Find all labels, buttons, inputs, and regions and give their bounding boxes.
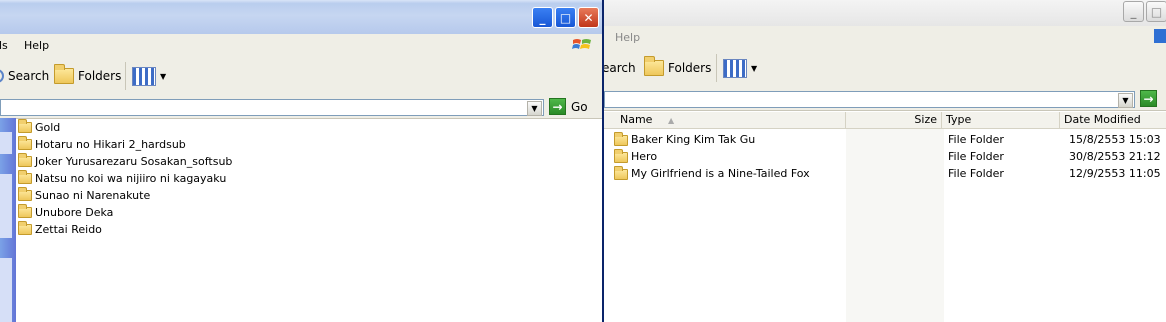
- menu-help[interactable]: Help: [24, 39, 49, 52]
- column-type[interactable]: Type: [942, 112, 1060, 128]
- close-button[interactable]: ✕: [578, 7, 599, 28]
- folder-icon: [18, 136, 32, 150]
- search-label: earch: [602, 61, 636, 75]
- folder-icon: [18, 119, 32, 133]
- folder-list: Gold Hotaru no Hikari 2_hardsub Joker Yu…: [18, 119, 232, 238]
- address-dropdown-button[interactable]: ▼: [527, 101, 542, 116]
- folders-button[interactable]: Folders: [54, 64, 122, 87]
- toolbar-separator: [716, 54, 717, 82]
- sort-ascending-icon: ▲: [667, 116, 675, 125]
- task-pane-section: [0, 132, 12, 154]
- go-label: Go: [571, 99, 588, 114]
- folder-icon: [18, 153, 32, 167]
- views-icon: [723, 58, 747, 78]
- chevron-down-icon: ▼: [751, 63, 758, 73]
- maximize-button[interactable]: □: [555, 7, 576, 28]
- toolbar-left: Search Folders ▼: [0, 56, 602, 97]
- views-icon: [132, 66, 156, 86]
- folder-icon: [18, 221, 32, 235]
- folders-icon: [54, 64, 74, 84]
- title-bar-right[interactable]: _ □: [604, 0, 1166, 27]
- windows-logo-icon: [1154, 29, 1166, 43]
- folder-icon: [18, 170, 32, 184]
- minimize-button-right[interactable]: _: [1123, 1, 1144, 22]
- views-button[interactable]: ▼: [723, 57, 757, 79]
- address-dropdown-button[interactable]: ▼: [1118, 93, 1133, 108]
- title-bar-left[interactable]: _ □ ✕: [0, 0, 602, 35]
- list-item[interactable]: Hero File Folder 30/8/2553 21:12: [604, 148, 1166, 165]
- column-size[interactable]: Size: [846, 112, 942, 128]
- maximize-button-right[interactable]: □: [1146, 1, 1166, 22]
- explorer-window-left: _ □ ✕ ls Help Search Folders ▼ ▼ → Go Go…: [0, 0, 604, 322]
- explorer-window-right: _ □ Help earch Folders ▼ ▼ → Name ▲ Size…: [602, 0, 1166, 322]
- list-item[interactable]: Baker King Kim Tak Gu File Folder 15/8/2…: [604, 131, 1166, 148]
- minimize-button[interactable]: _: [532, 7, 553, 28]
- views-button[interactable]: ▼: [132, 65, 166, 87]
- go-arrow-icon: →: [1140, 90, 1157, 107]
- go-arrow-icon: →: [549, 98, 566, 115]
- list-item[interactable]: Natsu no koi wa nijiiro ni kagayaku: [18, 170, 232, 187]
- list-item[interactable]: Unubore Deka: [18, 204, 232, 221]
- go-button[interactable]: → Go: [549, 98, 588, 115]
- column-name[interactable]: Name ▲: [616, 112, 846, 128]
- list-item[interactable]: Hotaru no Hikari 2_hardsub: [18, 136, 232, 153]
- menu-bar-left: ls Help: [0, 34, 602, 57]
- address-bar-right: ▼ →: [604, 88, 1166, 111]
- list-item[interactable]: Zettai Reido: [18, 221, 232, 238]
- task-pane: [0, 118, 16, 322]
- search-label: Search: [8, 69, 50, 83]
- task-pane-section: [0, 174, 12, 238]
- menu-bar-right: Help: [604, 26, 1166, 49]
- column-header-row: Name ▲ Size Type Date Modified: [604, 112, 1166, 129]
- toolbar-right: earch Folders ▼: [602, 48, 1166, 89]
- search-icon: [0, 69, 4, 83]
- folder-icon: [18, 204, 32, 218]
- column-date-modified[interactable]: Date Modified: [1060, 112, 1166, 128]
- toolbar-separator: [125, 62, 126, 90]
- list-item[interactable]: My Girlfriend is a Nine-Tailed Fox File …: [604, 165, 1166, 182]
- task-pane-section: [0, 258, 12, 322]
- list-item[interactable]: Gold: [18, 119, 232, 136]
- go-button[interactable]: →: [1140, 90, 1157, 107]
- address-input[interactable]: ▼: [0, 99, 544, 116]
- address-bar-left: ▼ → Go: [0, 96, 602, 119]
- folders-label: Folders: [78, 69, 122, 83]
- folders-label: Folders: [668, 61, 712, 75]
- windows-logo-icon: [572, 37, 592, 53]
- list-item[interactable]: Sunao ni Narenakute: [18, 187, 232, 204]
- chevron-down-icon: ▼: [160, 71, 167, 81]
- folders-icon: [644, 56, 664, 76]
- search-button[interactable]: earch: [602, 57, 636, 79]
- folder-icon: [18, 187, 32, 201]
- menu-tools[interactable]: ls: [0, 39, 8, 52]
- menu-help[interactable]: Help: [615, 31, 640, 44]
- list-item[interactable]: Joker Yurusarezaru Sosakan_softsub: [18, 153, 232, 170]
- address-input[interactable]: ▼: [604, 91, 1135, 108]
- search-button[interactable]: Search: [0, 65, 49, 87]
- folders-button[interactable]: Folders: [644, 56, 712, 79]
